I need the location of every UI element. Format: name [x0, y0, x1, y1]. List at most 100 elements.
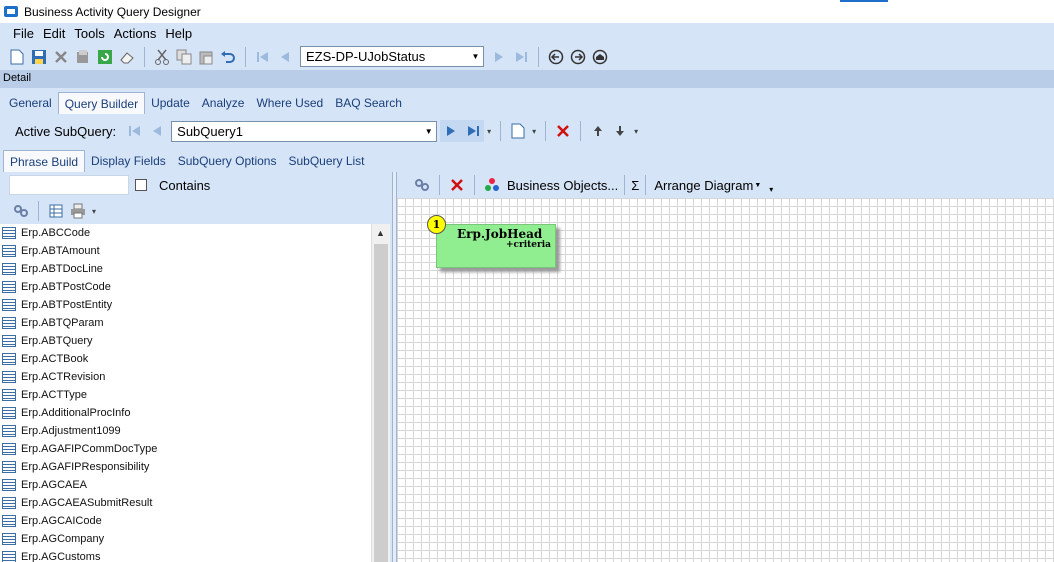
- query-combo[interactable]: EZS-DP-UJobStatus ▼: [300, 46, 484, 67]
- table-row[interactable]: Erp.AGCompany: [0, 530, 371, 548]
- table-row[interactable]: Erp.ABTPostEntity: [0, 296, 371, 314]
- subquery-combo[interactable]: SubQuery1 ▼: [171, 120, 438, 142]
- save-icon[interactable]: [28, 46, 50, 68]
- back-icon[interactable]: [545, 46, 567, 68]
- chevron-down-icon[interactable]: ▼: [421, 122, 436, 141]
- table-icon: [2, 515, 16, 527]
- first-subquery-icon[interactable]: [124, 120, 146, 142]
- diagram-canvas[interactable]: Erp.JobHead +criteria 1: [397, 198, 1054, 562]
- table-name: Erp.ABTQuery: [21, 335, 93, 347]
- sigma-button[interactable]: Σ: [631, 178, 639, 193]
- tab-update[interactable]: Update: [145, 92, 196, 114]
- previous-record-icon[interactable]: [274, 46, 296, 68]
- next-record-icon[interactable]: [488, 46, 510, 68]
- table-row[interactable]: Erp.ABTDocLine: [0, 260, 371, 278]
- cut-icon[interactable]: [151, 46, 173, 68]
- grid-view-icon[interactable]: [45, 200, 67, 222]
- table-row[interactable]: Erp.AGCAEA: [0, 476, 371, 494]
- table-name: Erp.AGCAEASubmitResult: [21, 497, 153, 509]
- paste-icon[interactable]: [195, 46, 217, 68]
- delete-icon[interactable]: [50, 46, 72, 68]
- tab-query-builder[interactable]: Query Builder: [57, 92, 146, 114]
- table-row[interactable]: Erp.AGAFIPResponsibility: [0, 458, 371, 476]
- table-row[interactable]: Erp.AGAFIPCommDocType: [0, 440, 371, 458]
- table-icon: [2, 479, 16, 491]
- table-icon: [2, 407, 16, 419]
- menu-edit[interactable]: Edit: [43, 26, 65, 41]
- link-icon[interactable]: [411, 174, 433, 196]
- move-down-icon[interactable]: [609, 120, 631, 142]
- tab-phrase-build[interactable]: Phrase Build: [3, 150, 86, 172]
- table-row[interactable]: Erp.ACTType: [0, 386, 371, 404]
- overflow-chevron-icon[interactable]: ▾: [89, 200, 99, 222]
- active-subquery-label: Active SubQuery:: [15, 123, 117, 139]
- table-row[interactable]: Erp.ACTBook: [0, 350, 371, 368]
- copy-icon[interactable]: [173, 46, 195, 68]
- menu-file[interactable]: File: [13, 26, 34, 41]
- arrange-diagram-button[interactable]: Arrange Diagram: [654, 178, 753, 193]
- new-icon[interactable]: [6, 46, 28, 68]
- business-objects-icon[interactable]: [481, 174, 503, 196]
- table-row[interactable]: Erp.ABTPostCode: [0, 278, 371, 296]
- home-icon[interactable]: [589, 46, 611, 68]
- new-subquery-icon[interactable]: [507, 120, 529, 142]
- print-icon[interactable]: [67, 200, 89, 222]
- table-icon: [2, 299, 16, 311]
- tab-baq-search[interactable]: BAQ Search: [329, 92, 408, 114]
- table-row[interactable]: Erp.ABTQuery: [0, 332, 371, 350]
- toolbar-separator: [439, 175, 440, 195]
- tab-display-fields[interactable]: Display Fields: [85, 150, 172, 172]
- query-combo-value: EZS-DP-UJobStatus: [306, 49, 426, 64]
- refresh-icon[interactable]: [94, 46, 116, 68]
- delete-table-icon[interactable]: [446, 174, 468, 196]
- scroll-up-icon[interactable]: ▲: [372, 224, 389, 241]
- table-row[interactable]: Erp.AGCAICode: [0, 512, 371, 530]
- eraser-icon[interactable]: [116, 46, 138, 68]
- table-row[interactable]: Erp.Adjustment1099: [0, 422, 371, 440]
- table-row[interactable]: Erp.ABTAmount: [0, 242, 371, 260]
- table-list-scrollbar[interactable]: ▲: [371, 224, 390, 562]
- menu-help[interactable]: Help: [165, 26, 192, 41]
- table-node[interactable]: Erp.JobHead +criteria: [436, 224, 556, 268]
- attach-icon[interactable]: [72, 46, 94, 68]
- table-node-title: Erp.JobHead: [457, 227, 543, 241]
- tab-subquery-list[interactable]: SubQuery List: [282, 150, 370, 172]
- first-record-icon[interactable]: [252, 46, 274, 68]
- tab-where-used[interactable]: Where Used: [250, 92, 329, 114]
- table-icon: [2, 281, 16, 293]
- forward-icon[interactable]: [567, 46, 589, 68]
- delete-subquery-icon[interactable]: [552, 120, 574, 142]
- menu-tools[interactable]: Tools: [74, 26, 104, 41]
- table-search-input[interactable]: [9, 175, 129, 195]
- move-up-icon[interactable]: [587, 120, 609, 142]
- last-subquery-icon[interactable]: [462, 120, 485, 142]
- menu-actions[interactable]: Actions: [114, 26, 157, 41]
- contains-checkbox[interactable]: [135, 179, 147, 191]
- table-row[interactable]: Erp.ABTQParam: [0, 314, 371, 332]
- overflow-chevron-icon[interactable]: ▾: [631, 120, 641, 142]
- table-row[interactable]: Erp.ACTRevision: [0, 368, 371, 386]
- scroll-thumb[interactable]: [374, 244, 388, 562]
- tab-subquery-options[interactable]: SubQuery Options: [172, 150, 283, 172]
- business-objects-button[interactable]: Business Objects...: [507, 178, 618, 193]
- next-subquery-icon[interactable]: [440, 120, 463, 142]
- chevron-down-icon[interactable]: ▾: [529, 120, 539, 142]
- chevron-down-icon[interactable]: ▼: [754, 182, 761, 189]
- toolbar-separator: [38, 201, 39, 221]
- tab-general[interactable]: General: [3, 92, 58, 114]
- main-tab-strip: General Query Builder Update Analyze Whe…: [0, 88, 1054, 114]
- previous-subquery-icon[interactable]: [146, 120, 168, 142]
- table-row[interactable]: Erp.ABCCode: [0, 224, 371, 242]
- chevron-down-icon[interactable]: ▼: [468, 47, 483, 66]
- table-icon: [2, 353, 16, 365]
- table-row[interactable]: Erp.AGCAEASubmitResult: [0, 494, 371, 512]
- overflow-chevron-icon[interactable]: ▾: [484, 120, 494, 142]
- overflow-chevron-icon[interactable]: ▾: [769, 185, 773, 194]
- tab-analyze[interactable]: Analyze: [196, 92, 251, 114]
- table-row[interactable]: Erp.AdditionalProcInfo: [0, 404, 371, 422]
- last-record-icon[interactable]: [510, 46, 532, 68]
- undo-icon[interactable]: [217, 46, 239, 68]
- link-icon[interactable]: [10, 200, 32, 222]
- table-row[interactable]: Erp.AGCustoms: [0, 548, 371, 562]
- table-name: Erp.ABTPostEntity: [21, 299, 113, 311]
